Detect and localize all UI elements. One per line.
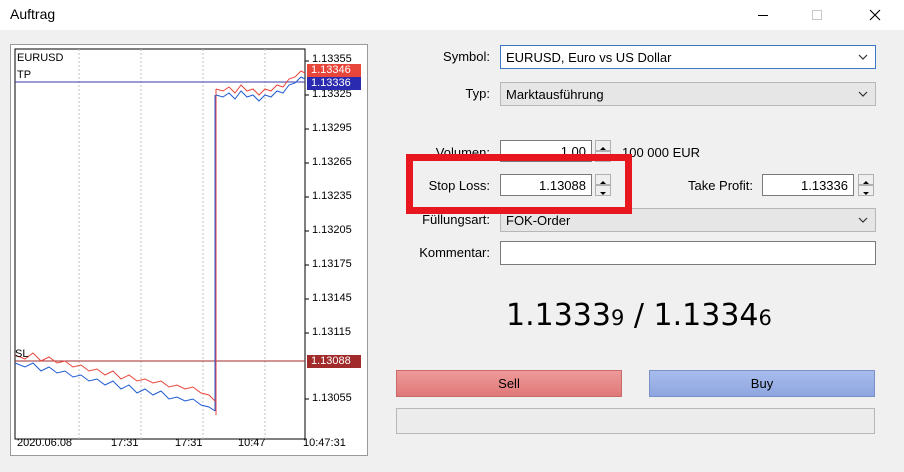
price-label: 1.13145: [312, 292, 352, 304]
minimize-icon: [758, 14, 768, 16]
take-profit-label: Take Profit:: [687, 178, 753, 193]
price-label: 1.13115: [312, 326, 351, 338]
chart-symbol: EURUSD: [17, 52, 64, 64]
minimize-button[interactable]: [740, 0, 786, 30]
title-bar: Auftrag: [0, 0, 904, 30]
price-label: 1.13175: [312, 258, 352, 270]
fill-type-label: Füllungsart:: [422, 212, 490, 227]
fill-type-value: FOK-Order: [506, 213, 571, 228]
time-label: 2020.06.08: [17, 437, 73, 449]
window-title: Auftrag: [10, 6, 56, 22]
arrow-down-icon: [863, 192, 869, 195]
quote-display: 1.13339 / 1.13346: [506, 298, 772, 333]
type-value: Marktausführung: [506, 87, 604, 102]
status-bar: [396, 408, 875, 434]
price-label: 1.13055: [312, 392, 352, 404]
take-profit-stepper[interactable]: [858, 174, 874, 196]
chart-tp-label: TP: [17, 69, 32, 81]
time-label: 17:31: [111, 437, 139, 449]
comment-input[interactable]: [500, 241, 876, 265]
take-profit-down-button[interactable]: [858, 185, 874, 196]
ask-price-badge: 1.13346: [307, 64, 361, 77]
maximize-button[interactable]: [794, 0, 840, 30]
close-icon: [869, 9, 881, 21]
sl-price-badge: 1.13088: [307, 355, 361, 368]
time-label: 10:47:31: [303, 437, 346, 449]
symbol-label: Symbol:: [443, 49, 490, 64]
price-label: 1.13205: [312, 224, 352, 236]
symbol-dropdown[interactable]: EURUSD, Euro vs US Dollar: [500, 45, 876, 69]
time-label: 10:47: [238, 437, 266, 449]
volume-units: 100 000 EUR: [622, 145, 701, 160]
chevron-down-icon: [858, 54, 868, 60]
sell-button-label: Sell: [498, 376, 520, 391]
chart-sl-label: SL: [15, 348, 29, 360]
time-label: 17:31: [175, 437, 203, 449]
volume-up-button[interactable]: [595, 140, 611, 151]
close-button[interactable]: [852, 0, 898, 30]
symbol-value: EURUSD, Euro vs US Dollar: [506, 50, 672, 65]
bid-quote: 1.1333: [506, 298, 611, 333]
buy-button-label: Buy: [750, 376, 774, 391]
sell-button[interactable]: Sell: [396, 370, 622, 397]
quote-separator: /: [624, 298, 654, 333]
maximize-icon: [812, 10, 822, 20]
price-label: 1.13295: [312, 122, 352, 134]
type-dropdown[interactable]: Marktausführung: [500, 82, 876, 106]
price-label: 1.13265: [312, 156, 352, 168]
buy-button[interactable]: Buy: [649, 370, 875, 397]
price-chart[interactable]: EURUSD TP SL 1.13355 1.13325 1.13295 1.1…: [10, 44, 368, 456]
bid-quote-pip: 9: [610, 306, 625, 330]
take-profit-input[interactable]: 1.13336: [762, 174, 854, 196]
price-label: 1.13235: [312, 190, 352, 202]
plot-area: [14, 48, 306, 440]
chevron-down-icon: [858, 217, 868, 223]
stop-loss-highlight: [406, 154, 632, 214]
ask-quote: 1.1334: [653, 298, 759, 333]
ask-quote-pip: 6: [758, 306, 772, 330]
chevron-down-icon: [858, 91, 868, 97]
type-label: Typ:: [465, 86, 490, 101]
comment-label: Kommentar:: [419, 245, 490, 260]
bid-price-badge: 1.13336: [307, 77, 361, 90]
price-ticks: [305, 60, 309, 400]
take-profit-up-button[interactable]: [858, 174, 874, 185]
